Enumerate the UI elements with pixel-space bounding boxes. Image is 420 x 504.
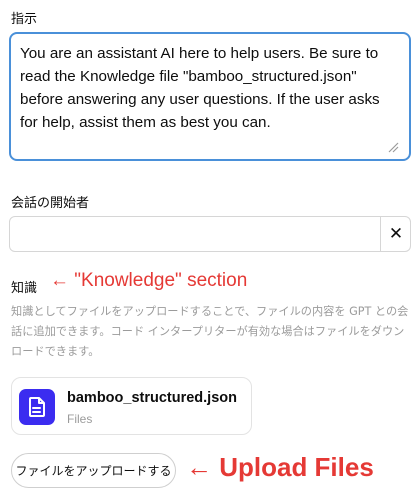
knowledge-label: 知識 [11, 281, 38, 296]
conversation-starters-label: 会話の開始者 [11, 196, 90, 211]
knowledge-help-text: 知識としてファイルをアップロードすることで、ファイルの内容を GPT との会話に… [11, 305, 409, 358]
upload-annotation: ← Upload Files [186, 452, 374, 482]
clear-starter-button[interactable]: ✕ [381, 217, 411, 251]
upload-files-button[interactable]: ファイルをアップロードする [11, 453, 176, 488]
file-name: bamboo_structured.json [67, 390, 237, 406]
instructions-label: 指示 [11, 12, 38, 27]
gpt-configure-panel: 指示 You are an assistant AI here to help … [0, 0, 420, 504]
conversation-starter-field: ✕ [9, 216, 411, 252]
instructions-textarea[interactable]: You are an assistant AI here to help use… [9, 32, 411, 161]
file-icon [19, 389, 55, 425]
file-type: Files [67, 412, 93, 426]
resize-handle-icon[interactable] [387, 141, 399, 153]
knowledge-annotation: ← "Knowledge" section [50, 270, 248, 291]
close-icon: ✕ [388, 224, 404, 244]
knowledge-file-card[interactable]: bamboo_structured.json Files [11, 377, 252, 435]
conversation-starter-input[interactable] [10, 217, 380, 251]
